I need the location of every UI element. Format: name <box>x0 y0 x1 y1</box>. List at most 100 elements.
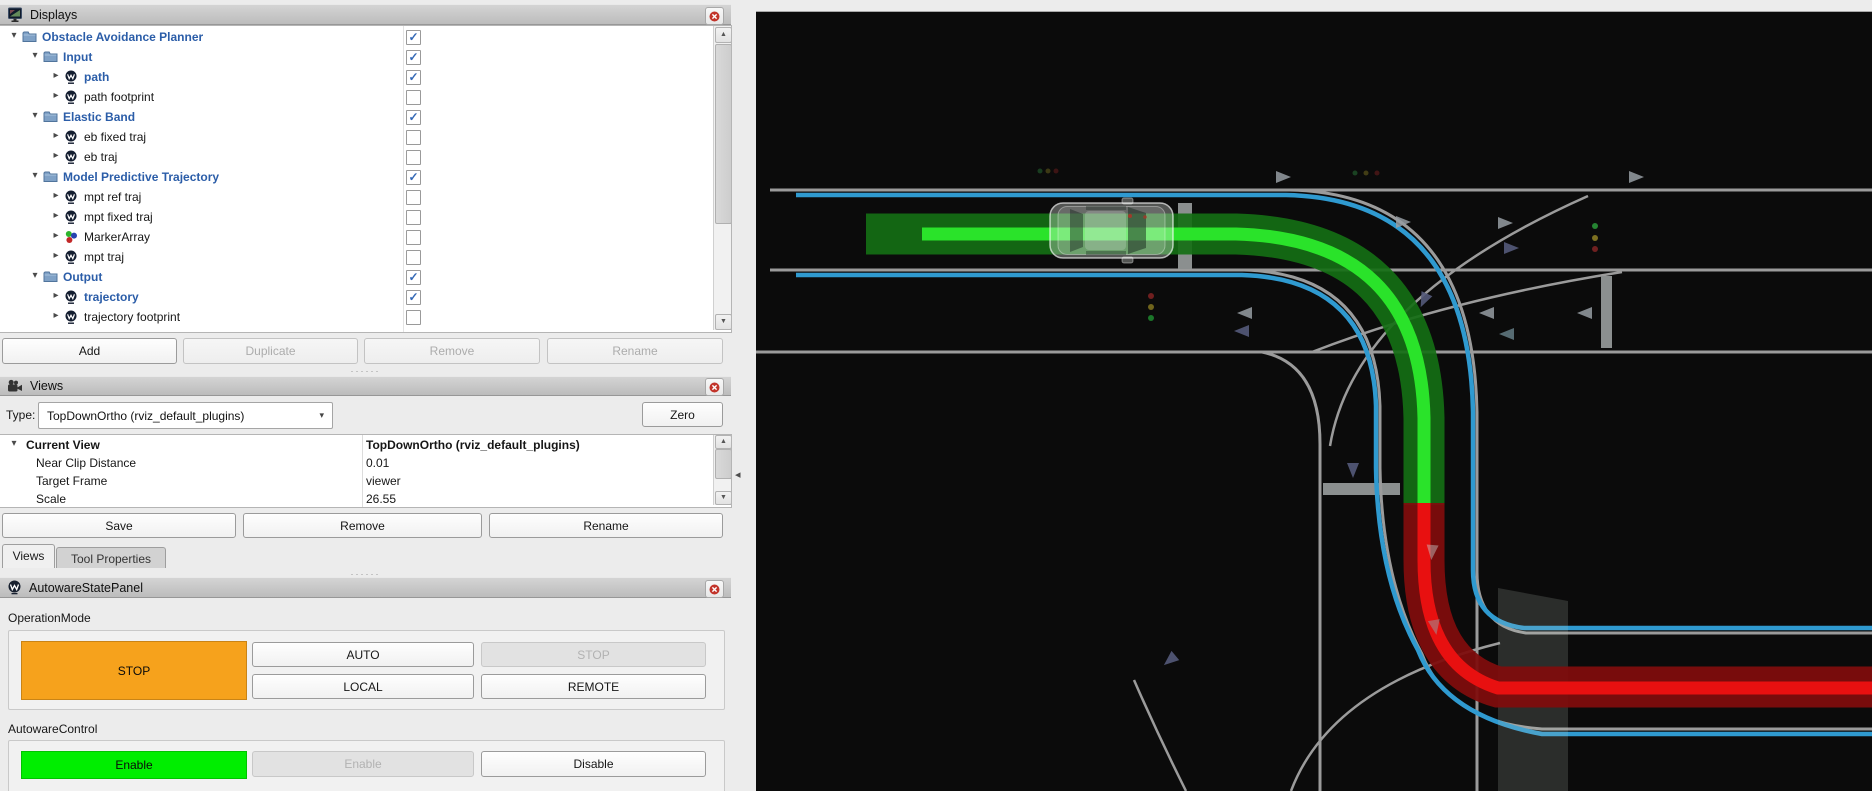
chevron-down-icon: ▾ <box>319 410 324 421</box>
tree-item-label: path footprint <box>84 90 154 104</box>
tree-item-model-predictive-trajectory[interactable]: ▾Model Predictive Trajectory <box>0 167 710 187</box>
displays-tree[interactable]: ▾Obstacle Avoidance Planner▾Input▸path▸p… <box>0 25 732 333</box>
tree-item-markerarray[interactable]: ▸MarkerArray <box>0 227 710 247</box>
expander-icon[interactable]: ▸ <box>50 90 62 101</box>
checkbox-obstacle-avoidance-planner[interactable] <box>406 30 421 45</box>
expander-icon[interactable]: ▸ <box>50 250 62 261</box>
checkbox-input[interactable] <box>406 50 421 65</box>
property-row-target-frame[interactable]: Target Frame viewer <box>0 472 711 490</box>
checkbox-mpt-fixed-traj[interactable] <box>406 210 421 225</box>
expander-icon[interactable]: ▸ <box>50 150 62 161</box>
expander-icon[interactable]: ▸ <box>50 230 62 241</box>
views-panel-titlebar[interactable]: Views <box>0 376 731 396</box>
checkbox-elastic-band[interactable] <box>406 110 421 125</box>
tree-item-label: Obstacle Avoidance Planner <box>42 30 203 44</box>
type-label: Type: <box>6 408 35 422</box>
checkbox-trajectory-footprint[interactable] <box>406 310 421 325</box>
expander-icon[interactable]: ▸ <box>50 290 62 301</box>
display-icon <box>64 150 80 165</box>
checkbox-model-predictive-trajectory[interactable] <box>406 170 421 185</box>
expander-icon[interactable]: ▸ <box>50 210 62 221</box>
displays-tree-scrollbar[interactable]: ▲ ▼ <box>713 26 732 330</box>
tree-item-input[interactable]: ▾Input <box>0 47 710 67</box>
displays-panel-titlebar[interactable]: Displays <box>0 4 731 25</box>
expander-icon[interactable]: ▸ <box>50 130 62 141</box>
scrollbar-thumb[interactable] <box>715 44 732 224</box>
tree-item-elastic-band[interactable]: ▾Elastic Band <box>0 107 710 127</box>
3d-viewport[interactable] <box>756 0 1872 791</box>
expander-icon[interactable]: ▸ <box>50 70 62 81</box>
property-row-scale[interactable]: Scale 26.55 <box>0 490 711 508</box>
add-button[interactable]: Add <box>2 338 177 364</box>
expander-icon[interactable]: ▾ <box>29 50 41 61</box>
checkbox-trajectory[interactable] <box>406 290 421 305</box>
checkbox-path-footprint[interactable] <box>406 90 421 105</box>
auto-button[interactable]: AUTO <box>252 642 474 667</box>
expander-icon[interactable]: ▾ <box>29 110 41 121</box>
scroll-down-icon[interactable]: ▼ <box>715 491 732 505</box>
expander-icon[interactable]: ▾ <box>8 438 20 449</box>
scroll-up-icon[interactable]: ▲ <box>715 435 732 449</box>
expander-icon[interactable]: ▾ <box>29 270 41 281</box>
views-table-scrollbar[interactable]: ▲ ▼ <box>713 435 732 505</box>
tree-item-label: Output <box>63 270 102 284</box>
expander-icon[interactable]: ▾ <box>8 30 20 41</box>
scrollbar-thumb[interactable] <box>715 449 732 479</box>
marker-icon <box>64 230 80 245</box>
tree-item-label: trajectory <box>84 290 139 304</box>
enable-button[interactable]: Enable <box>252 751 474 777</box>
rename-view-button[interactable]: Rename <box>489 513 723 538</box>
view-properties-table[interactable]: ▾ Current View TopDownOrtho (rviz_defaul… <box>0 434 732 508</box>
tree-item-mpt-traj[interactable]: ▸mpt traj <box>0 247 710 267</box>
autoware-logo-icon <box>7 580 22 595</box>
checkbox-eb-fixed-traj[interactable] <box>406 130 421 145</box>
scroll-down-icon[interactable]: ▼ <box>715 314 732 330</box>
expander-icon[interactable]: ▾ <box>29 170 41 181</box>
expander-icon[interactable]: ▸ <box>50 310 62 321</box>
splitter-handle[interactable]: ······ <box>0 368 731 374</box>
tree-item-trajectory-footprint[interactable]: ▸trajectory footprint <box>0 307 710 327</box>
checkbox-output[interactable] <box>406 270 421 285</box>
tree-item-path[interactable]: ▸path <box>0 67 710 87</box>
save-view-button[interactable]: Save <box>2 513 236 538</box>
remove-view-button[interactable]: Remove <box>243 513 482 538</box>
tree-item-obstacle-avoidance-planner[interactable]: ▾ Obstacle Avoidance Planner <box>0 27 710 47</box>
disable-button[interactable]: Disable <box>481 751 706 777</box>
tree-item-eb-fixed-traj[interactable]: ▸eb fixed traj <box>0 127 710 147</box>
autoware-panel-titlebar[interactable]: AutowareStatePanel <box>0 577 731 598</box>
stop-button[interactable]: STOP <box>481 642 706 667</box>
expander-icon[interactable]: ▸ <box>50 190 62 201</box>
tree-item-trajectory[interactable]: ▸ trajectory <box>0 287 710 307</box>
dock-collapse-icon[interactable]: ◂ <box>735 468 741 481</box>
view-type-dropdown[interactable]: TopDownOrtho (rviz_default_plugins) ▾ <box>38 402 333 429</box>
checkbox-mpt-ref-traj[interactable] <box>406 190 421 205</box>
checkbox-path[interactable] <box>406 70 421 85</box>
displays-close-button[interactable] <box>705 7 724 25</box>
duplicate-button[interactable]: Duplicate <box>183 338 358 364</box>
property-row-near-clip[interactable]: Near Clip Distance 0.01 <box>0 454 711 472</box>
zero-button[interactable]: Zero <box>642 402 723 427</box>
checkbox-mpt-traj[interactable] <box>406 250 421 265</box>
local-button[interactable]: LOCAL <box>252 674 474 699</box>
rename-button[interactable]: Rename <box>547 338 723 364</box>
tab-tool-properties[interactable]: Tool Properties <box>56 547 166 568</box>
left-dock: Displays ▾Obstacle Avoidance Planner▾Inp… <box>0 0 756 791</box>
remote-button[interactable]: REMOTE <box>481 674 706 699</box>
tree-item-path-footprint[interactable]: ▸ path footprint <box>0 87 710 107</box>
views-close-button[interactable] <box>705 378 724 396</box>
property-row-current-view[interactable]: ▾ Current View TopDownOrtho (rviz_defaul… <box>0 436 711 454</box>
tree-item-eb-traj[interactable]: ▸eb traj <box>0 147 710 167</box>
tree-item-mpt-ref-traj[interactable]: ▸mpt ref traj <box>0 187 710 207</box>
tree-item-mpt-fixed-traj[interactable]: ▸mpt fixed traj <box>0 207 710 227</box>
close-icon <box>709 11 720 22</box>
checkbox-eb-traj[interactable] <box>406 150 421 165</box>
scroll-up-icon[interactable]: ▲ <box>715 27 732 43</box>
display-icon <box>64 70 80 85</box>
tab-views[interactable]: Views <box>2 544 55 568</box>
checkbox-markerarray[interactable] <box>406 230 421 245</box>
tree-item-output[interactable]: ▾ Output <box>0 267 710 287</box>
autoware-close-button[interactable] <box>705 580 724 598</box>
close-icon <box>709 584 720 595</box>
remove-button[interactable]: Remove <box>364 338 540 364</box>
display-icon <box>64 90 80 105</box>
